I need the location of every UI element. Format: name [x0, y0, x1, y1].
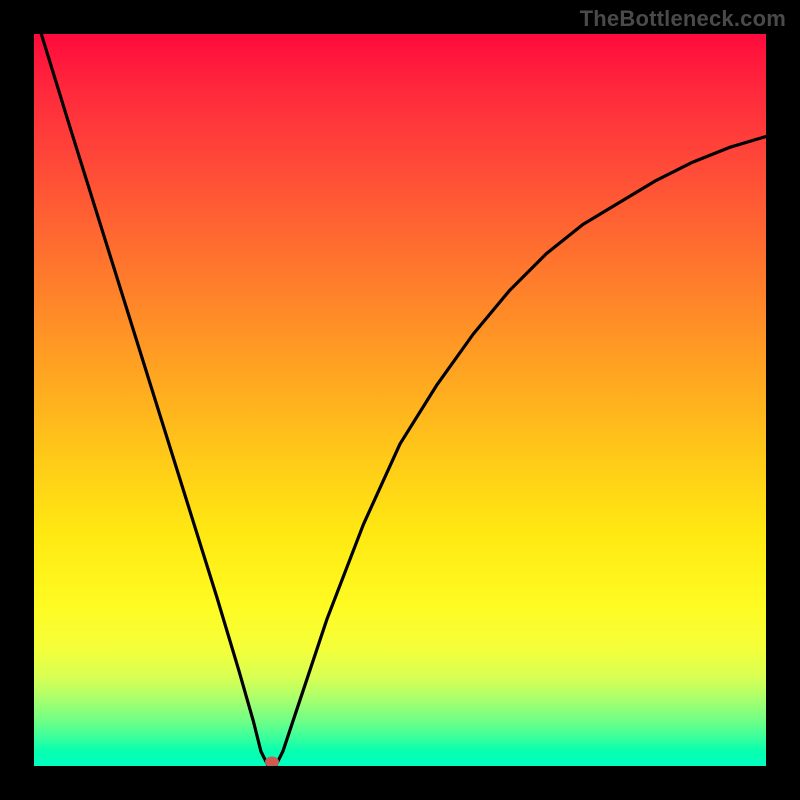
minimum-marker	[265, 757, 279, 766]
chart-frame: TheBottleneck.com	[0, 0, 800, 800]
curve-svg	[34, 34, 766, 766]
bottleneck-curve-path	[41, 34, 766, 766]
watermark-text: TheBottleneck.com	[580, 6, 786, 32]
plot-area	[34, 34, 766, 766]
